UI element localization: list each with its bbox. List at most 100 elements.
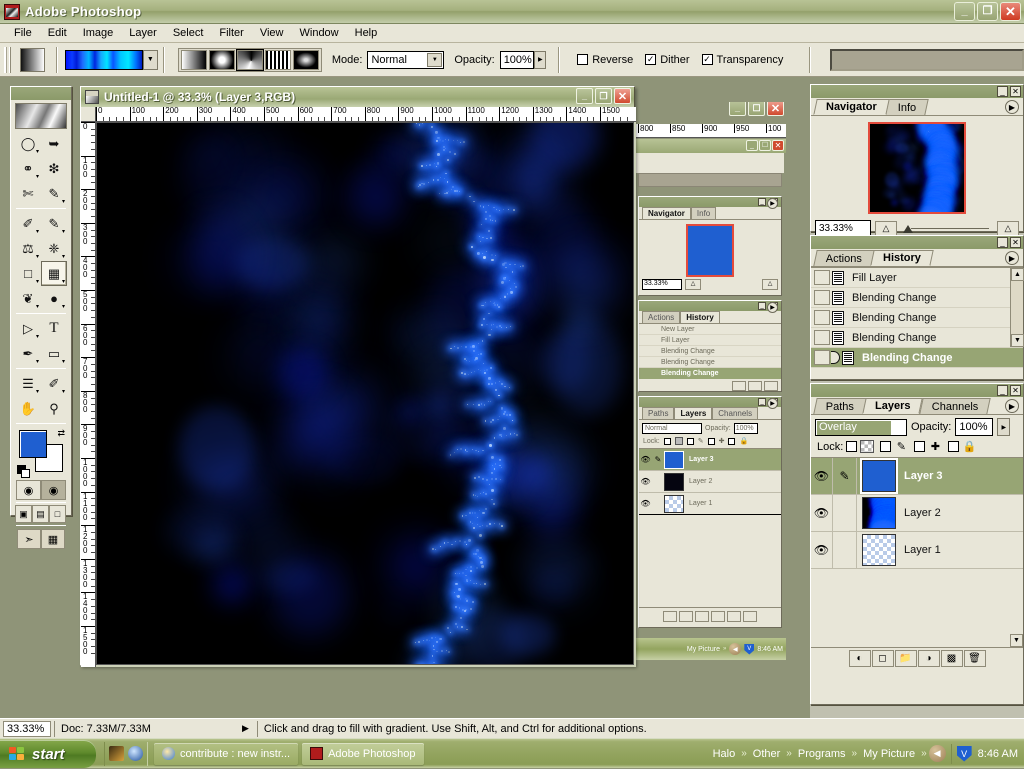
nested-navigator-zoom-input[interactable]: 33.33%: [642, 279, 682, 290]
zoom-slider-handle[interactable]: [903, 225, 913, 233]
tab-channels[interactable]: Channels: [919, 398, 991, 414]
chevron-right-icon[interactable]: »: [919, 748, 929, 759]
nested-layer-row[interactable]: 👁 Layer 2: [639, 471, 781, 493]
create-adjustment-layer-button[interactable]: ◑: [918, 650, 940, 667]
nested-layers-titlebar[interactable]: _ ✕: [639, 397, 781, 407]
history-source-checkbox[interactable]: [814, 350, 830, 365]
nested-navigator-menu-icon[interactable]: ▶: [767, 198, 778, 209]
nested-inner-restore[interactable]: ☐: [759, 140, 771, 151]
nested-chevron-icon[interactable]: »: [723, 646, 726, 652]
media-icon[interactable]: [109, 746, 124, 761]
navigator-thumbnail[interactable]: [868, 122, 966, 214]
nested-add-layer-mask-button[interactable]: [679, 611, 693, 622]
nested-lock-position-checkbox[interactable]: [708, 438, 715, 445]
layers-menu-icon[interactable]: ▶: [1005, 399, 1019, 413]
standard-screen-mode-button[interactable]: ▣: [15, 505, 32, 523]
nested-eye-icon[interactable]: 👁: [639, 477, 652, 486]
history-item[interactable]: Blending Change: [811, 308, 1023, 328]
nested-adjustment-layer-button[interactable]: [711, 611, 725, 622]
nested-delete-layer-button[interactable]: [743, 611, 757, 622]
layers-minimize-button[interactable]: _: [997, 385, 1008, 396]
history-source-checkbox[interactable]: [814, 270, 830, 285]
nested-new-snapshot-button[interactable]: [748, 381, 762, 391]
navigator-close-button[interactable]: ✕: [1010, 86, 1021, 97]
nested-show-hidden-icons[interactable]: ◀: [729, 643, 741, 655]
taskbar-window-contribute[interactable]: contribute : new instr...: [154, 743, 298, 765]
quick-mask-mode-button[interactable]: ◉: [41, 480, 66, 500]
options-bar-grip[interactable]: [4, 47, 11, 73]
tray-link-other[interactable]: Other: [749, 748, 785, 760]
artwork-blue-lightning[interactable]: [97, 123, 633, 664]
path-selection-tool[interactable]: ▷▾: [15, 316, 41, 341]
menu-view[interactable]: View: [252, 25, 292, 41]
zoom-out-button[interactable]: △: [875, 221, 897, 236]
current-tool-preview-icon[interactable]: [20, 48, 45, 72]
status-zoom-input[interactable]: 33.33%: [3, 721, 51, 737]
tab-layers[interactable]: Layers: [862, 398, 923, 414]
document-titlebar[interactable]: Untitled-1 @ 33.3% (Layer 3,RGB) _ ❐ ✕: [81, 87, 634, 107]
nested-layer-row[interactable]: 👁 ✎ Layer 3: [639, 449, 781, 471]
history-source-checkbox[interactable]: [814, 310, 830, 325]
nested-zoom-out-button[interactable]: △: [685, 279, 701, 290]
document-restore-button[interactable]: ❐: [595, 88, 612, 104]
taskbar-window-photoshop[interactable]: Adobe Photoshop: [302, 743, 423, 765]
jump-to-imageready-icon[interactable]: ➣: [17, 529, 41, 549]
foreground-color-swatch[interactable]: [19, 430, 47, 458]
linear-gradient-button[interactable]: [181, 50, 207, 70]
marquee-tool[interactable]: ◯▾: [15, 131, 41, 156]
lock-transparent-pixels-checkbox[interactable]: [846, 441, 857, 452]
nested-palette-well[interactable]: [638, 173, 782, 187]
nested-eye-icon[interactable]: 👁: [639, 455, 652, 464]
start-button[interactable]: start: [0, 740, 96, 768]
link-slot[interactable]: [833, 532, 857, 568]
nested-lock-all-checkbox[interactable]: [728, 438, 735, 445]
chevron-right-icon[interactable]: »: [739, 748, 749, 759]
nested-add-layer-style-button[interactable]: [663, 611, 677, 622]
nested-new-group-button[interactable]: [695, 611, 709, 622]
gradient-tool[interactable]: ▦▾: [41, 261, 67, 286]
slice-tool[interactable]: ✎▾: [41, 181, 67, 206]
tab-paths[interactable]: Paths: [813, 398, 867, 414]
nested-close-button[interactable]: ✕: [767, 102, 784, 116]
nested-history-item[interactable]: Fill Layer: [639, 335, 781, 346]
history-minimize-button[interactable]: _: [997, 237, 1008, 248]
zoom-in-button[interactable]: △: [997, 221, 1019, 236]
minimize-button[interactable]: _: [954, 2, 975, 21]
clone-stamp-tool[interactable]: ⚖▾: [15, 236, 41, 261]
diamond-gradient-button[interactable]: [293, 50, 319, 70]
nested-new-document-button[interactable]: [732, 381, 746, 391]
layer-thumbnail[interactable]: [862, 534, 896, 566]
navigator-minimize-button[interactable]: _: [997, 86, 1008, 97]
reflected-gradient-button[interactable]: [265, 50, 291, 70]
healing-brush-tool[interactable]: ✐▾: [15, 211, 41, 236]
table-row[interactable]: 👁 Layer 1: [811, 532, 1023, 569]
eye-icon[interactable]: 👁: [811, 458, 833, 494]
tray-link-halo[interactable]: Halo: [709, 748, 740, 760]
history-item[interactable]: Fill Layer: [811, 268, 1023, 288]
dither-option[interactable]: ✓ Dither: [645, 54, 689, 66]
tray-link-programs[interactable]: Programs: [794, 748, 850, 760]
nested-lock-image-checkbox[interactable]: [687, 438, 694, 445]
nested-history-minimize[interactable]: _: [758, 302, 766, 310]
document-minimize-button[interactable]: _: [576, 88, 593, 104]
navigator-menu-icon[interactable]: ▶: [1005, 100, 1019, 114]
blend-mode-select[interactable]: Normal ▼: [367, 51, 444, 69]
nested-taskbar-link[interactable]: My Picture: [687, 646, 720, 653]
nested-new-layer-button[interactable]: [727, 611, 741, 622]
nested-eye-icon[interactable]: 👁: [639, 499, 652, 508]
nested-tab-paths[interactable]: Paths: [642, 407, 674, 419]
player-icon[interactable]: [128, 746, 143, 761]
close-button[interactable]: ✕: [1000, 2, 1021, 21]
history-scrollbar[interactable]: ▲ ▼: [1010, 268, 1023, 347]
menu-layer[interactable]: Layer: [121, 25, 165, 41]
tab-navigator[interactable]: Navigator: [813, 99, 889, 115]
nested-tab-layers[interactable]: Layers: [674, 407, 712, 419]
radial-gradient-button[interactable]: [209, 50, 235, 70]
history-source-checkbox[interactable]: [814, 330, 830, 345]
tab-history[interactable]: History: [870, 250, 933, 266]
nested-opacity-input[interactable]: 100%: [734, 423, 758, 434]
nested-history-item-selected[interactable]: Blending Change: [639, 368, 781, 379]
menu-filter[interactable]: Filter: [211, 25, 251, 41]
nested-zoom-slider[interactable]: [704, 279, 759, 290]
brush-icon[interactable]: ✎: [833, 458, 857, 494]
